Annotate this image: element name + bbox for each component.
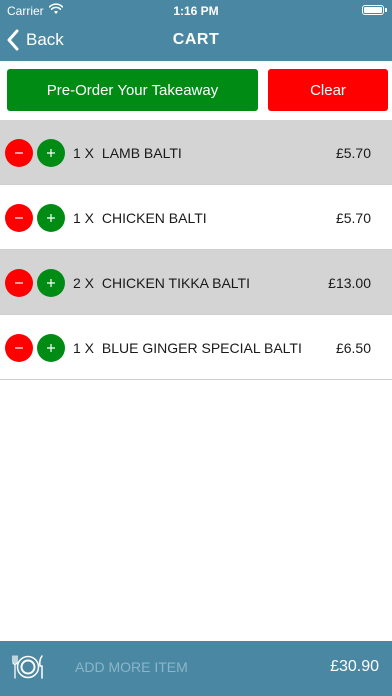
item-description: 1 X LAMB BALTI [73,145,182,161]
page-title: CART [172,31,220,48]
cart-screen: Carrier 1:16 PM Back CART Pre-Order Your… [0,0,392,696]
plus-icon [47,344,55,352]
status-bar: Carrier 1:16 PM [0,0,392,20]
item-price: £5.70 [335,210,371,226]
top-bar: Carrier 1:16 PM Back CART [0,0,392,61]
minus-icon [15,347,23,349]
cart-row: 1 X BLUE GINGER SPECIAL BALTI £6.50 [0,315,392,380]
battery-icon [362,5,384,15]
battery-tip [385,8,387,12]
preorder-button[interactable]: Pre-Order Your Takeaway [7,69,258,111]
clock: 1:16 PM [173,4,219,18]
increase-button[interactable] [37,204,65,232]
item-name: LAMB BALTI [101,145,182,161]
decrease-button[interactable] [5,139,33,167]
cart-list: 1 X LAMB BALTI £5.70 1 X CHICKEN BALTI £… [0,120,392,380]
bottom-bar: ADD MORE ITEM £30.90 [0,641,392,696]
item-quantity: 1 X [73,340,95,356]
item-price: £13.00 [328,275,371,291]
cart-row: 1 X CHICKEN BALTI £5.70 [0,185,392,250]
cart-total: £30.90 [330,658,379,675]
minus-icon [15,217,23,219]
item-name: CHICKEN TIKKA BALTI [101,275,250,291]
minus-icon [15,152,23,154]
minus-icon [15,282,23,284]
plate-cutlery-icon[interactable] [11,654,45,680]
decrease-button[interactable] [5,269,33,297]
item-quantity: 2 X [73,275,95,291]
item-quantity: 1 X [73,145,95,161]
item-name: CHICKEN BALTI [101,210,207,226]
increase-button[interactable] [37,139,65,167]
decrease-button[interactable] [5,204,33,232]
item-description: 1 X CHICKEN BALTI [73,210,207,226]
cart-row: 1 X LAMB BALTI £5.70 [0,120,392,185]
decrease-button[interactable] [5,334,33,362]
plus-icon [47,214,55,222]
clear-button[interactable]: Clear [268,69,388,111]
item-name: BLUE GINGER SPECIAL BALTI [101,340,302,356]
add-more-item-link[interactable]: ADD MORE ITEM [75,659,188,675]
plus-icon [47,149,55,157]
item-description: 2 X CHICKEN TIKKA BALTI [73,275,250,291]
item-price: £5.70 [335,145,371,161]
plus-icon [47,279,55,287]
cart-row: 2 X CHICKEN TIKKA BALTI £13.00 [0,250,392,315]
increase-button[interactable] [37,334,65,362]
item-quantity: 1 X [73,210,95,226]
increase-button[interactable] [37,269,65,297]
item-description: 1 X BLUE GINGER SPECIAL BALTI [73,340,302,356]
item-price: £6.50 [335,340,371,356]
